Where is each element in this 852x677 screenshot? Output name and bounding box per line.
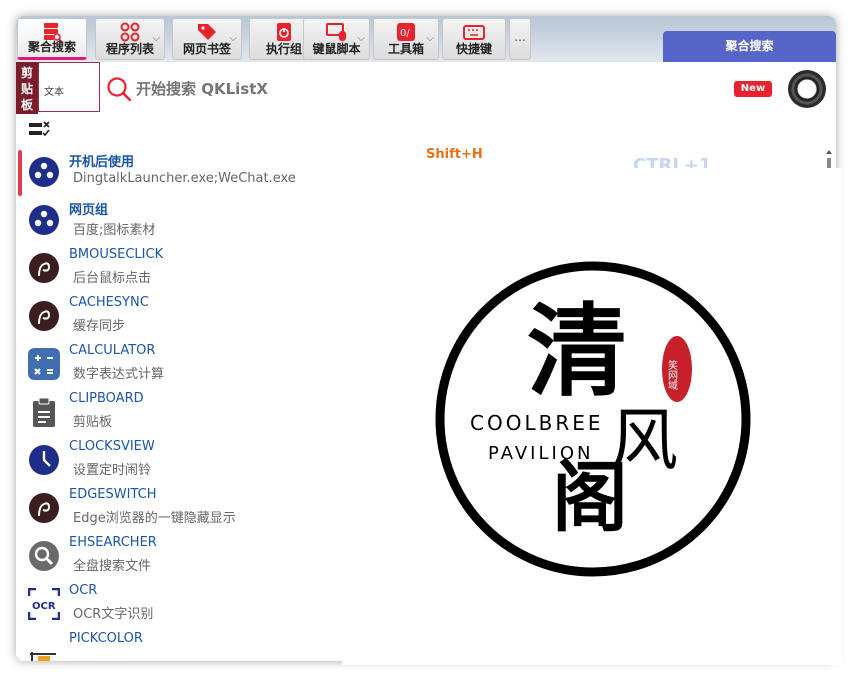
item-title: EDGESWITCH — [69, 487, 157, 502]
logo-char-ge: 阁 — [552, 453, 628, 542]
toolbox-button[interactable]: 0/ ⌵ 工具箱 — [373, 18, 439, 60]
shortcut-hint: Shift+H — [426, 147, 483, 162]
item-subtitle: 百度;图标素材 — [73, 223, 156, 238]
logo-seal-text: 笑网域 — [666, 359, 678, 390]
clipboard-icon — [33, 397, 55, 427]
list-toggle-icon[interactable] — [28, 120, 50, 138]
main-toolbar: 聚合搜索 ⌵ 程序列表 ⌵ 网页书签 执行组 ⌵ 键鼠脚本 0/ ⌵ 工具箱 快… — [16, 16, 836, 62]
run-group-icon — [277, 23, 291, 41]
item-subtitle: 缓存同步 — [73, 319, 126, 334]
item-title: 网页组 — [69, 203, 109, 218]
more-button[interactable]: ... — [509, 18, 531, 60]
toolbox-icon: 0/ — [397, 23, 415, 41]
item-title: BMOUSECLICK — [69, 247, 164, 262]
search-bar: 剪贴板 文本 New — [16, 62, 836, 114]
clipboard-tab-label: 剪贴板 — [20, 66, 33, 112]
logo-panel: 清 风 阁 COOLBREE PAVILION 笑网域 — [342, 168, 842, 665]
logo-char-qing: 清 — [527, 292, 627, 410]
item-subtitle: Edge浏览器的一键隐藏显示 — [73, 511, 236, 526]
magnifier-icon — [29, 541, 59, 571]
item-title: PICKCOLOR — [69, 631, 143, 646]
toolbar-label: 键鼠脚本 — [312, 42, 361, 56]
clipboard-preview[interactable]: 文本 — [38, 62, 100, 112]
keyboard-icon — [463, 25, 485, 40]
item-title: CALCULATOR — [69, 343, 156, 358]
item-subtitle: OCR文字识别 — [73, 607, 154, 622]
toolbar-label: 工具箱 — [387, 42, 424, 56]
item-title: CLOCKSVIEW — [69, 439, 155, 454]
toolbar-label: 快捷键 — [455, 42, 492, 56]
svg-text:OCR: OCR — [32, 601, 56, 612]
item-title: 开机后使用 — [69, 155, 135, 170]
item-title: CLIPBOARD — [69, 391, 144, 406]
logo-line-1: COOLBREE — [470, 411, 603, 435]
item-subtitle: 设置定时闹铃 — [73, 463, 152, 478]
clipboard-tab[interactable]: 剪贴板 — [16, 62, 38, 114]
new-badge[interactable]: New — [734, 81, 772, 97]
svg-text:0/: 0/ — [400, 28, 410, 39]
tag-icon — [198, 24, 216, 40]
clipboard-preview-label: 文本 — [44, 87, 64, 98]
web-bookmarks-button[interactable]: ⌵ 网页书签 — [172, 18, 242, 60]
item-title: CACHESYNC — [69, 295, 149, 310]
avatar[interactable] — [788, 70, 826, 108]
mouse-script-icon — [325, 23, 346, 41]
program-list-button[interactable]: ⌵ 程序列表 — [95, 18, 165, 60]
item-title: EHSEARCHER — [69, 535, 157, 550]
aggregate-search-tab[interactable]: 聚合搜索 — [663, 31, 836, 62]
pickcolor-icon — [30, 652, 56, 661]
hotkey-button[interactable]: 快捷键 — [442, 18, 506, 60]
logo-line-2: PAVILION — [488, 443, 593, 464]
plugin-icon — [29, 253, 59, 283]
toolbar-label: 网页书签 — [182, 42, 231, 56]
group-icon — [29, 205, 59, 235]
ocr-icon: OCR — [28, 588, 60, 620]
grid-icon — [120, 22, 140, 42]
selection-indicator — [18, 150, 22, 196]
group-icon — [29, 157, 59, 187]
mouse-script-button[interactable]: ⌵ 键鼠脚本 — [303, 18, 370, 60]
coolbree-pavilion-logo: 清 风 阁 COOLBREE PAVILION 笑网域 — [435, 261, 751, 577]
search-icon — [107, 77, 132, 102]
item-subtitle: 后台鼠标点击 — [73, 271, 152, 286]
toolbar-label: 聚合搜索 — [27, 40, 76, 54]
plugin-icon — [29, 301, 59, 331]
toolbar-label: 程序列表 — [105, 42, 154, 56]
item-subtitle: DingtalkLauncher.exe;WeChat.exe — [73, 171, 296, 186]
clock-icon — [29, 445, 59, 475]
search-input[interactable] — [136, 76, 616, 102]
calculator-icon — [28, 348, 60, 380]
item-subtitle: 剪贴板 — [73, 415, 113, 430]
item-title: OCR — [69, 583, 98, 598]
item-subtitle: 数字表达式计算 — [73, 367, 165, 382]
item-subtitle: 全盘搜索文件 — [73, 559, 152, 574]
plugin-icon — [29, 493, 59, 523]
aggregate-search-button[interactable]: 聚合搜索 — [17, 18, 87, 60]
